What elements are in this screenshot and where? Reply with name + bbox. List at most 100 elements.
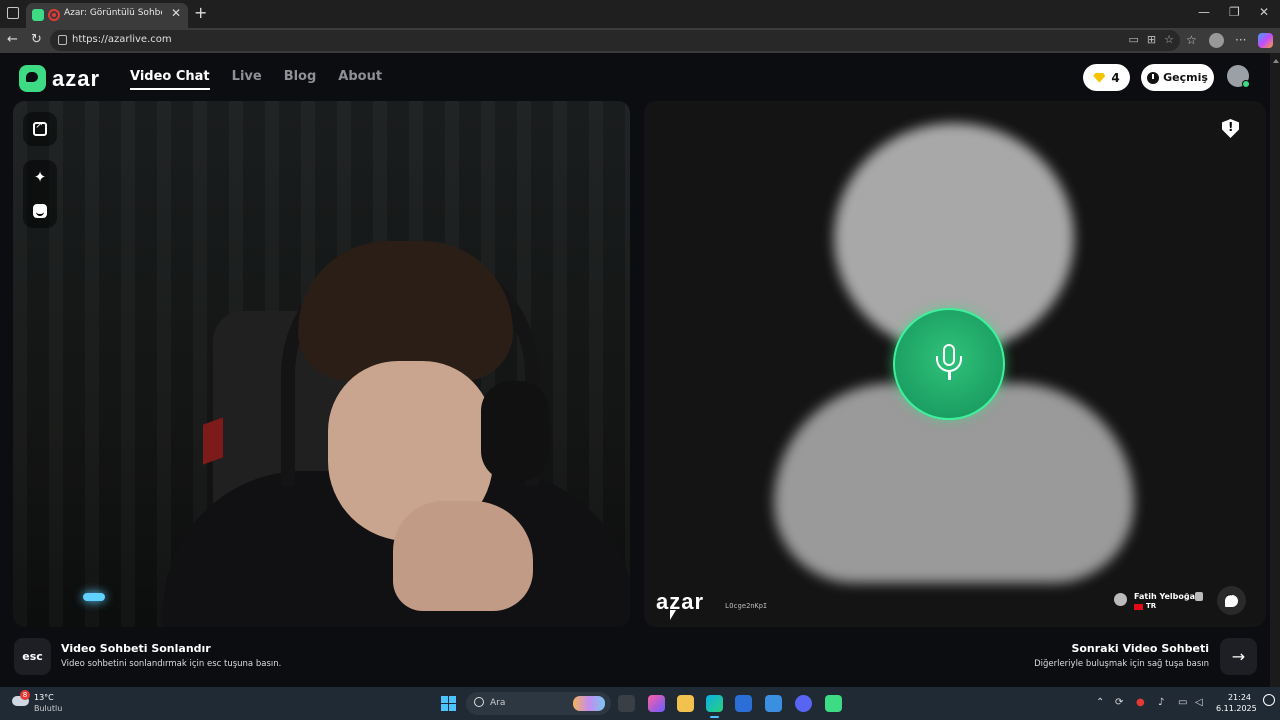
favorites-icon[interactable]: ☆ [1186,33,1197,47]
network-icon[interactable]: ▭ [1178,697,1187,708]
chat-icon [1225,591,1238,607]
session-id: LOcge2nKpI [725,602,768,610]
weather-temperature[interactable]: 13°C [34,693,54,702]
browser-tab[interactable]: Azar: Görüntülü Sohbet, Yeni ✕ [26,3,188,28]
peer-name: Fatih Yelboğa [1134,592,1196,601]
back-icon[interactable]: ← [7,32,18,47]
azar-page: azar Video Chat Live Blog About 4 Geçmiş [0,53,1280,687]
next-chat-title: Sonraki Video Sohbeti [1071,642,1209,655]
nav-blog[interactable]: Blog [284,69,317,90]
lock-icon[interactable] [58,35,67,45]
tab-actions-icon[interactable] [7,7,19,19]
sync-icon[interactable]: ⟳ [1115,697,1123,708]
minimize-icon[interactable]: — [1198,5,1210,19]
discord-icon[interactable] [795,695,812,712]
apps-icon[interactable]: ⊞ [1147,33,1156,46]
azar-logo[interactable]: azar [19,65,100,92]
gems-button[interactable]: 4 [1083,64,1130,91]
person-hair [298,241,513,381]
file-explorer-icon[interactable] [677,695,694,712]
edge-browser-icon[interactable] [706,695,723,718]
gem-count: 4 [1111,70,1120,85]
windows-taskbar: 8 13°C Bulutlu Ara ⌃ ⟳ ● ♪ ▭ ◁ 21:24 6.1… [0,687,1280,720]
url-text: https://azarlive.com [72,34,172,45]
microphone-tray-icon[interactable]: ♪ [1158,697,1164,708]
azar-app-icon[interactable] [825,695,842,712]
desk-light [83,593,105,601]
search-placeholder: Ara [490,698,506,708]
security-icon[interactable]: ● [1136,697,1145,708]
person-hand [393,501,533,611]
remote-video: azar LOcge2nKpI Fatih Yelboğa TR [644,101,1266,627]
more-icon[interactable]: ··· [1235,33,1246,47]
fullscreen-button[interactable] [23,112,57,146]
local-video: ✦ [13,101,630,627]
chair-accent [203,417,223,465]
logo-text: azar [52,65,101,91]
search-icon [474,697,484,707]
report-shield-icon[interactable] [1222,119,1239,138]
tab-title: Azar: Görüntülü Sohbet, Yeni [64,8,162,18]
end-chat-description: Video sohbetini sonlandırmak için esc tu… [61,659,282,669]
effects-group: ✦ [23,160,57,228]
history-label: Geçmiş [1163,71,1208,84]
volume-icon[interactable]: ◁ [1195,697,1203,708]
close-window-icon[interactable]: ✕ [1259,5,1269,19]
peer-country: TR [1146,602,1157,610]
azar-watermark: azar [656,589,705,614]
browser-tab-bar: Azar: Görüntülü Sohbet, Yeni ✕ + — ❐ ✕ [0,0,1280,28]
clock-date[interactable]: 6.11.2025 [1216,704,1257,713]
new-tab-icon[interactable]: + [194,3,207,22]
azar-logo-icon [19,65,46,92]
headphone-cup [481,381,549,481]
sparkle-icon: ✦ [33,168,47,186]
expand-icon [33,120,47,136]
favorite-star-icon[interactable]: ☆ [1164,33,1174,46]
mouse-cursor [670,610,676,620]
close-tab-icon[interactable]: ✕ [171,6,181,20]
url-field[interactable]: https://azarlive.com ▭ ⊞ ☆ [50,30,1180,51]
widgets-app-icon[interactable] [648,695,665,712]
photos-app-icon[interactable] [765,695,782,712]
history-button[interactable]: Geçmiş [1141,64,1214,91]
nav-live[interactable]: Live [232,69,262,90]
task-view-icon[interactable] [618,695,635,712]
store-icon[interactable] [735,695,752,712]
filters-button[interactable] [23,194,57,228]
peer-avatar [1114,593,1127,606]
fullscreen-group [23,112,57,146]
copilot-icon[interactable] [1258,33,1273,48]
end-chat-button[interactable]: esc [14,638,51,675]
next-chat-button[interactable]: → [1220,638,1257,675]
main-nav: Video Chat Live Blog About [130,69,382,90]
turkey-flag-icon [1134,604,1143,610]
show-hidden-icons[interactable]: ⌃ [1096,697,1104,708]
next-chat-description: Diğerleriyle buluşmak için sağ tuşa bası… [1034,659,1209,669]
refresh-icon[interactable]: ↻ [31,32,42,47]
verified-badge-icon [1195,592,1203,601]
weather-badge: 8 [20,690,30,700]
windows-start-icon[interactable] [441,696,456,711]
microphone-icon [935,344,963,384]
restore-icon[interactable]: ❐ [1229,5,1240,19]
clock-icon [1147,71,1160,84]
notification-icon[interactable] [1263,694,1275,706]
search-highlight-icon [573,696,605,711]
nav-video-chat[interactable]: Video Chat [130,69,210,90]
online-status-dot [1242,80,1250,88]
chat-button[interactable] [1217,586,1246,615]
profile-icon[interactable] [1209,33,1224,48]
taskbar-search[interactable]: Ara [466,692,611,715]
nav-about[interactable]: About [338,69,382,90]
azar-favicon-icon [32,9,44,21]
weather-condition[interactable]: Bulutlu [34,704,62,713]
arrow-right-icon: → [1231,647,1246,666]
gem-icon [1093,72,1106,83]
camera-icon[interactable]: ▭ [1129,33,1139,46]
address-bar-row: ← ↻ https://azarlive.com ▭ ⊞ ☆ ☆ ··· [0,28,1280,53]
effects-button[interactable]: ✦ [23,160,57,194]
face-filter-icon [33,204,47,218]
voice-mode-indicator [893,308,1005,420]
page-scrollbar[interactable] [1270,53,1280,687]
clock-time[interactable]: 21:24 [1227,693,1251,702]
